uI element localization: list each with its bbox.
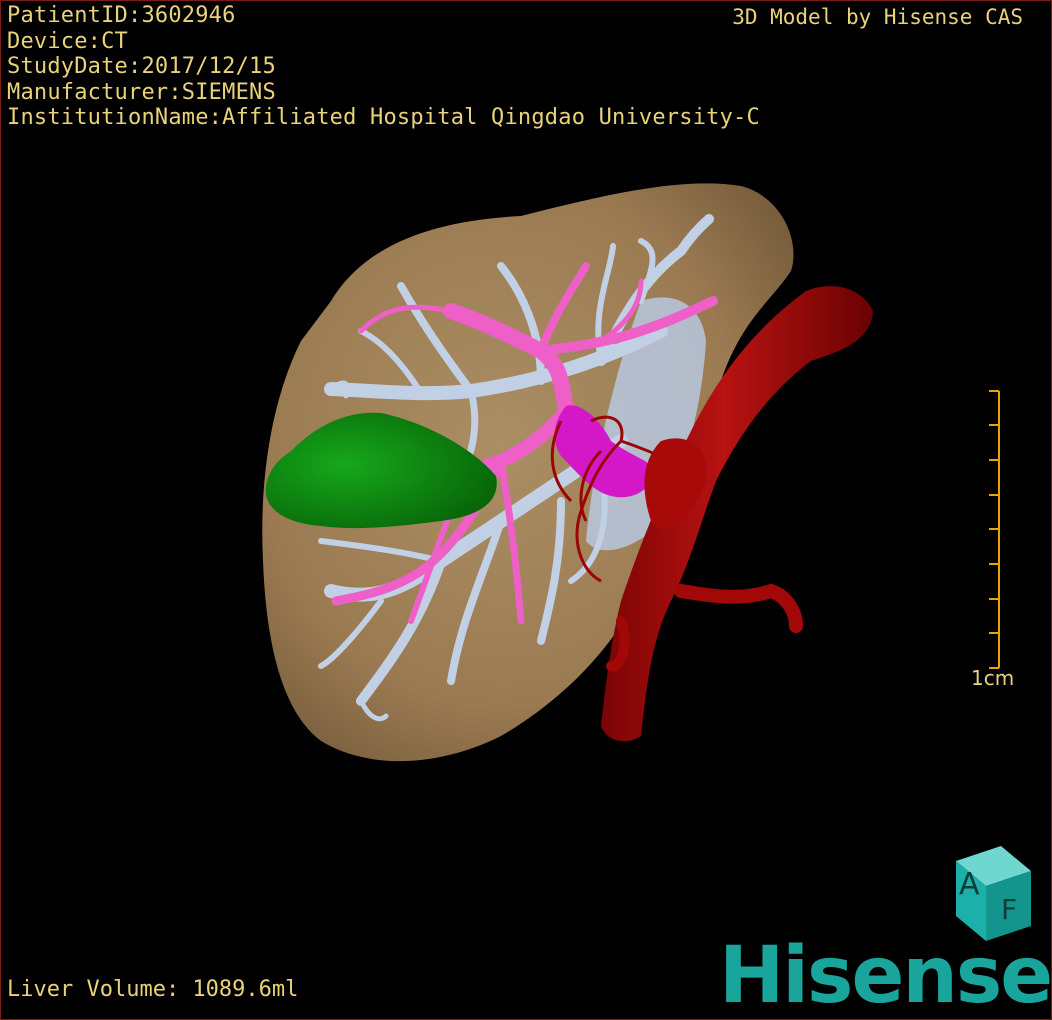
liver-volume: Liver Volume: 1089.6ml: [7, 977, 299, 1002]
institution-name: InstitutionName:Affiliated Hospital Qing…: [7, 105, 760, 130]
patient-id: PatientID:3602946: [7, 3, 236, 28]
hisense-logo: Hisense: [719, 931, 1052, 1020]
cube-letter-f: F: [1001, 893, 1017, 926]
device: Device:CT: [7, 28, 129, 54]
study-date: StudyDate:2017/12/15: [7, 54, 276, 79]
patient-info-overlay: PatientID:3602946 Device:CT StudyDate:20…: [7, 3, 760, 131]
model-credit: 3D Model by Hisense CAS: [732, 5, 1023, 29]
3d-viewport[interactable]: A F PatientID:3602946 Device:CT StudyDat…: [0, 0, 1052, 1020]
manufacturer: Manufacturer:SIEMENS: [7, 79, 276, 105]
af-cube-icon: A F: [956, 846, 1031, 941]
cube-letter-a: A: [959, 867, 980, 902]
scale-label: 1cm: [971, 666, 1015, 690]
scale-bar: [989, 390, 1000, 669]
liver-3d-model[interactable]: A F: [1, 1, 1051, 1019]
